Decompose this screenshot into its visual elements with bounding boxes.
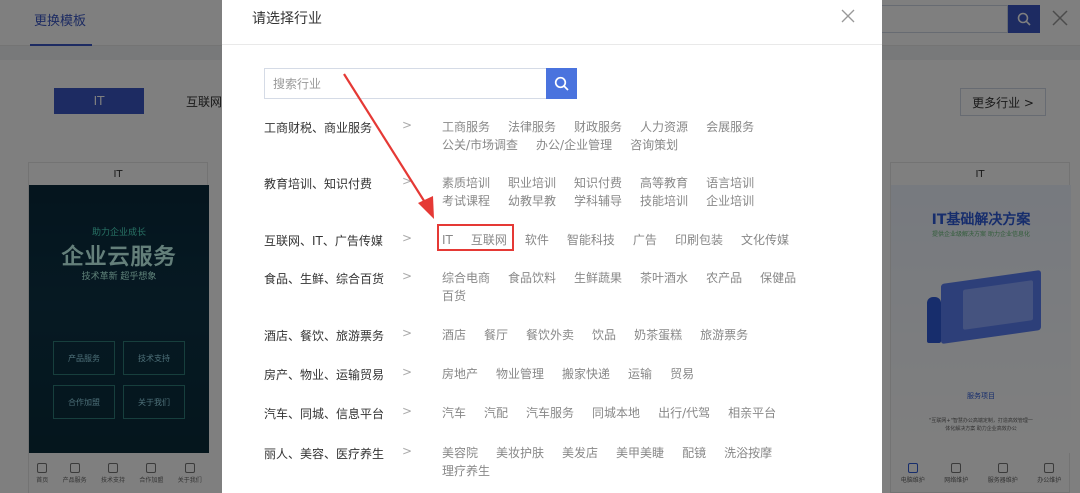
industry-subcategory-item[interactable]: 会展服务 xyxy=(706,119,754,135)
industry-subcategory-item[interactable]: 汽配 xyxy=(484,405,508,421)
industry-subcategory-item[interactable]: 职业培训 xyxy=(508,175,556,191)
industry-subcategory-item[interactable]: 知识付费 xyxy=(574,175,622,191)
industry-subcategory-item[interactable]: 工商服务 xyxy=(442,119,490,135)
industry-subcategory-list: 房地产 物业管理 搬家快递 运输 贸易 xyxy=(442,366,802,382)
modal-title: 请选择行业 xyxy=(252,11,322,27)
industry-subcategory-item[interactable]: 汽车服务 xyxy=(526,405,574,421)
industry-subcategory-item[interactable]: 办公/企业管理 xyxy=(536,137,612,153)
chevron-right-icon: > xyxy=(402,231,413,245)
industry-subcategory-list: 工商服务 法律服务 财政服务 人力资源 会展服务公关/市场调查 办公/企业管理 咨询策划 xyxy=(442,119,802,153)
industry-subcategory-list: 美容院 美妆护肤 美发店 美甲美睫 配镜 洗浴按摩理疗养生 xyxy=(442,445,802,479)
highlight-box xyxy=(437,224,514,251)
industry-subcategory-item[interactable]: 企业培训 xyxy=(706,193,754,209)
industry-subcategory-item[interactable]: 高等教育 xyxy=(640,175,688,191)
industry-subcategory-list: 素质培训 职业培训 知识付费 高等教育 语言培训考试课程 幼教早教 学科辅导 技能培训 企业培训 xyxy=(442,175,802,209)
industry-subcategory-item[interactable]: 农产品 xyxy=(706,270,742,286)
industry-category-label[interactable]: 工商财税、商业服务 xyxy=(264,119,372,136)
industry-subcategory-item[interactable]: 美容院 xyxy=(442,445,478,461)
industry-subcategory-item[interactable]: 酒店 xyxy=(442,327,466,343)
industry-search xyxy=(264,68,577,99)
industry-category-label[interactable]: 房产、物业、运输贸易 xyxy=(264,366,384,383)
industry-subcategory-item[interactable]: 茶叶酒水 xyxy=(640,270,688,286)
industry-subcategory-item[interactable]: 美妆护肤 xyxy=(496,445,544,461)
industry-subcategory-item[interactable]: 幼教早教 xyxy=(508,193,556,209)
industry-subcategory-item[interactable]: 技能培训 xyxy=(640,193,688,209)
industry-category-label[interactable]: 酒店、餐饮、旅游票务 xyxy=(264,327,384,344)
industry-subcategory-item[interactable]: 洗浴按摩 xyxy=(724,445,772,461)
industry-subcategory-item[interactable]: 房地产 xyxy=(442,366,478,382)
industry-subcategory-item[interactable]: 美发店 xyxy=(562,445,598,461)
chevron-right-icon: > xyxy=(402,118,413,132)
industry-subcategory-item[interactable]: 公关/市场调查 xyxy=(442,137,518,153)
industry-subcategory-item[interactable]: 文化传媒 xyxy=(741,232,789,248)
industry-subcategory-item[interactable]: 奶茶蛋糕 xyxy=(634,327,682,343)
industry-category-label[interactable]: 互联网、IT、广告传媒 xyxy=(264,232,383,249)
industry-subcategory-item[interactable]: 考试课程 xyxy=(442,193,490,209)
industry-subcategory-item[interactable]: 法律服务 xyxy=(508,119,556,135)
industry-subcategory-item[interactable]: 综合电商 xyxy=(442,270,490,286)
industry-category-label[interactable]: 教育培训、知识付费 xyxy=(264,175,372,192)
industry-subcategory-item[interactable]: 素质培训 xyxy=(442,175,490,191)
industry-subcategory-item[interactable]: 美甲美睫 xyxy=(616,445,664,461)
industry-subcategory-item[interactable]: 出行/代驾 xyxy=(658,405,710,421)
chevron-right-icon: > xyxy=(402,269,413,283)
industry-subcategory-item[interactable]: 生鲜蔬果 xyxy=(574,270,622,286)
industry-subcategory-item[interactable]: 咨询策划 xyxy=(630,137,678,153)
industry-subcategory-item[interactable]: 同城本地 xyxy=(592,405,640,421)
industry-select-modal: 请选择行业 工商财税、商业服务 > 工商服务 法律服务 财政服务 人力资源 会展服务公关/市… xyxy=(222,0,882,493)
industry-category-label[interactable]: 丽人、美容、医疗养生 xyxy=(264,445,384,462)
industry-subcategory-item[interactable]: 饮品 xyxy=(592,327,616,343)
industry-category-label[interactable]: 食品、生鲜、综合百货 xyxy=(264,270,384,287)
industry-subcategory-item[interactable]: 餐饮外卖 xyxy=(526,327,574,343)
industry-subcategory-item[interactable]: 配镜 xyxy=(682,445,706,461)
industry-subcategory-item[interactable]: 搬家快递 xyxy=(562,366,610,382)
industry-subcategory-item[interactable]: 软件 xyxy=(525,232,549,248)
industry-subcategory-item[interactable]: 物业管理 xyxy=(496,366,544,382)
industry-subcategory-item[interactable]: 餐厅 xyxy=(484,327,508,343)
chevron-right-icon: > xyxy=(402,404,413,418)
chevron-right-icon: > xyxy=(402,365,413,379)
industry-subcategory-item[interactable]: 汽车 xyxy=(442,405,466,421)
industry-subcategory-item[interactable]: 保健品 xyxy=(760,270,796,286)
industry-search-button[interactable] xyxy=(546,68,577,99)
industry-subcategory-item[interactable]: 理疗养生 xyxy=(442,463,490,479)
industry-subcategory-list: 汽车 汽配 汽车服务 同城本地 出行/代驾 相亲平台 xyxy=(442,405,802,421)
search-icon xyxy=(554,76,569,91)
close-icon[interactable] xyxy=(838,6,858,26)
industry-subcategory-item[interactable]: 食品饮料 xyxy=(508,270,556,286)
industry-subcategory-item[interactable]: 印刷包装 xyxy=(675,232,723,248)
industry-subcategory-item[interactable]: 贸易 xyxy=(670,366,694,382)
industry-subcategory-item[interactable]: 智能科技 xyxy=(567,232,615,248)
industry-category-label[interactable]: 汽车、同城、信息平台 xyxy=(264,405,384,422)
industry-subcategory-item[interactable]: 学科辅导 xyxy=(574,193,622,209)
industry-subcategory-item[interactable]: 百货 xyxy=(442,288,466,304)
industry-subcategory-item[interactable]: 人力资源 xyxy=(640,119,688,135)
industry-subcategory-list: 酒店 餐厅 餐饮外卖 饮品 奶茶蛋糕 旅游票务 xyxy=(442,327,802,343)
chevron-right-icon: > xyxy=(402,326,413,340)
industry-subcategory-item[interactable]: 运输 xyxy=(628,366,652,382)
modal-divider xyxy=(222,44,882,45)
industry-search-input[interactable] xyxy=(264,68,546,99)
industry-subcategory-item[interactable]: 财政服务 xyxy=(574,119,622,135)
industry-subcategory-list: 综合电商 食品饮料 生鲜蔬果 茶叶酒水 农产品 保健品百货 xyxy=(442,270,802,304)
industry-subcategory-item[interactable]: 相亲平台 xyxy=(728,405,776,421)
industry-subcategory-item[interactable]: 旅游票务 xyxy=(700,327,748,343)
chevron-right-icon: > xyxy=(402,444,413,458)
industry-subcategory-item[interactable]: 广告 xyxy=(633,232,657,248)
chevron-right-icon: > xyxy=(402,174,413,188)
industry-subcategory-item[interactable]: 语言培训 xyxy=(706,175,754,191)
